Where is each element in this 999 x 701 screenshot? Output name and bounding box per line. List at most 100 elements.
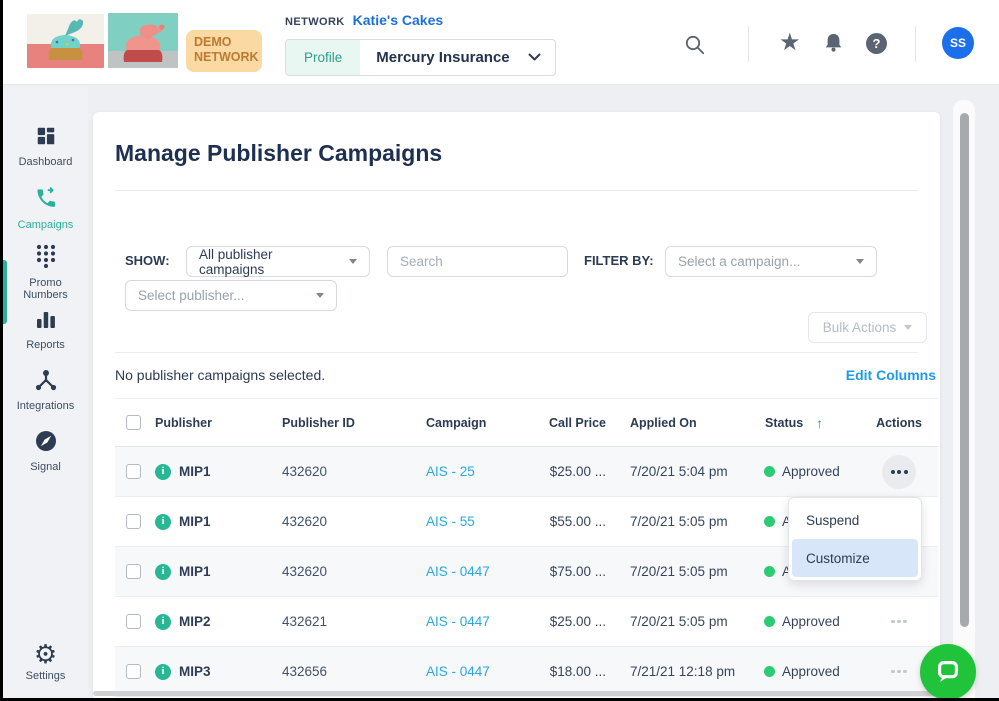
info-icon[interactable]: i — [155, 464, 171, 480]
status-dot — [764, 566, 775, 577]
sidebar-item-promo-numbers[interactable]: Promo Numbers — [3, 244, 88, 301]
campaign-link[interactable]: AIS - 0447 — [426, 564, 490, 579]
header-divider — [748, 26, 749, 62]
publisher-id: 432620 — [278, 464, 420, 479]
call-price: $25.00 ... — [545, 614, 612, 629]
selection-status-text: No publisher campaigns selected. — [115, 367, 325, 383]
sidebar-item-label: Promo Numbers — [10, 277, 82, 301]
network-logo-image-1 — [27, 14, 104, 68]
sidebar-item-signal[interactable]: Signal — [3, 430, 88, 473]
notifications-bell-icon[interactable] — [823, 32, 844, 59]
sort-ascending-icon[interactable]: ↑ — [816, 415, 823, 431]
favorites-star-icon[interactable]: ★ — [779, 31, 801, 55]
campaign-filter-dropdown[interactable]: Select a campaign... — [665, 246, 877, 277]
chevron-down-icon — [528, 40, 555, 75]
publisher-id: 432620 — [278, 514, 420, 529]
publisher-name: MIP1 — [179, 464, 211, 479]
dashboard-grid-icon — [35, 125, 57, 152]
select-all-checkbox[interactable] — [126, 415, 141, 430]
info-icon[interactable]: i — [155, 614, 171, 630]
search-input[interactable] — [387, 246, 568, 277]
campaign-link[interactable]: AIS - 0447 — [426, 614, 490, 629]
header-applied-on[interactable]: Applied On — [612, 416, 760, 430]
show-label: SHOW: — [125, 253, 170, 268]
sidebar: Dashboard Campaigns Promo Numbers — [3, 86, 88, 698]
row-checkbox[interactable] — [126, 614, 141, 629]
row-checkbox[interactable] — [126, 664, 141, 679]
network-name-link[interactable]: Katie's Cakes — [353, 12, 444, 28]
publisher-name: MIP2 — [179, 614, 211, 629]
applied-on: 7/20/21 5:05 pm — [612, 614, 760, 629]
main-card: Manage Publisher Campaigns SHOW: All pub… — [93, 112, 940, 698]
vertical-scrollbar-track[interactable] — [953, 100, 975, 698]
chevron-down-icon — [904, 325, 912, 330]
row-checkbox[interactable] — [126, 514, 141, 529]
sidebar-item-integrations[interactable]: Integrations — [3, 369, 88, 412]
status-dot — [764, 616, 775, 627]
profile-tab: Profile — [286, 40, 360, 75]
profile-selector[interactable]: Profile Mercury Insurance — [285, 39, 556, 76]
applied-on: 7/20/21 5:05 pm — [612, 564, 760, 579]
demo-network-badge: DEMO NETWORK — [186, 30, 262, 72]
row-checkbox[interactable] — [126, 464, 141, 479]
page-title: Manage Publisher Campaigns — [115, 140, 442, 167]
row-actions-button[interactable] — [882, 605, 916, 639]
campaign-link[interactable]: AIS - 55 — [426, 514, 475, 529]
table-row: i MIP1 432620 AIS - 25 $25.00 ... 7/20/2… — [115, 447, 938, 497]
search-icon[interactable] — [684, 34, 706, 61]
network-label: NETWORK — [285, 16, 345, 28]
row-actions-button[interactable] — [882, 655, 916, 689]
publisher-filter-dropdown[interactable]: Select publisher... — [125, 280, 337, 311]
call-price: $55.00 ... — [545, 514, 612, 529]
vertical-scrollbar-thumb[interactable] — [960, 113, 969, 627]
help-icon[interactable]: ? — [866, 33, 887, 54]
campaign-link[interactable]: AIS - 25 — [426, 464, 475, 479]
sidebar-item-reports[interactable]: Reports — [3, 310, 88, 351]
applied-on: 7/21/21 12:18 pm — [612, 664, 760, 679]
filter-by-label: FILTER BY: — [584, 253, 654, 268]
compass-icon — [35, 430, 57, 457]
bar-chart-icon — [35, 310, 57, 335]
app-header: DEMO NETWORK NETWORK Katie's Cakes Profi… — [3, 0, 999, 85]
sidebar-item-campaigns[interactable]: Campaigns — [3, 186, 88, 231]
chat-launcher-button[interactable] — [920, 644, 976, 698]
chevron-down-icon — [349, 259, 357, 264]
speech-bubble-icon — [933, 657, 963, 687]
sidebar-item-settings[interactable]: ⚙ Settings — [3, 642, 88, 682]
edit-columns-link[interactable]: Edit Columns — [846, 367, 936, 383]
status-label: Approved — [782, 614, 840, 629]
header-publisher[interactable]: Publisher — [150, 416, 278, 430]
chevron-down-icon — [856, 259, 864, 264]
menu-item-suspend[interactable]: Suspend — [792, 501, 918, 539]
user-avatar[interactable]: SS — [942, 27, 974, 59]
info-icon[interactable]: i — [155, 664, 171, 680]
header-campaign[interactable]: Campaign — [420, 416, 545, 430]
header-publisher-id[interactable]: Publisher ID — [278, 416, 420, 430]
header-status-label: Status — [765, 416, 803, 430]
bulk-actions-button[interactable]: Bulk Actions — [808, 312, 927, 343]
network-logo-image-2 — [108, 13, 178, 68]
publisher-id: 432620 — [278, 564, 420, 579]
info-icon[interactable]: i — [155, 514, 171, 530]
bulk-actions-label: Bulk Actions — [823, 320, 897, 335]
applied-on: 7/20/21 5:04 pm — [612, 464, 760, 479]
show-filter-dropdown[interactable]: All publisher campaigns — [186, 246, 370, 277]
publisher-name: MIP1 — [179, 564, 211, 579]
sidebar-item-label: Campaigns — [18, 219, 74, 231]
row-checkbox[interactable] — [126, 564, 141, 579]
profile-selected-value: Mercury Insurance — [360, 40, 527, 75]
menu-item-customize[interactable]: Customize — [792, 539, 918, 577]
table-row: i MIP2 432621 AIS - 0447 $25.00 ... 7/20… — [115, 597, 938, 647]
campaign-link[interactable]: AIS - 0447 — [426, 664, 490, 679]
sidebar-item-label: Reports — [26, 339, 65, 351]
horizontal-scrollbar[interactable] — [93, 691, 938, 696]
sidebar-item-dashboard[interactable]: Dashboard — [3, 125, 88, 168]
info-icon[interactable]: i — [155, 564, 171, 580]
header-call-price[interactable]: Call Price — [545, 416, 612, 430]
status-label: Approved — [782, 464, 840, 479]
row-actions-button[interactable] — [882, 455, 916, 489]
header-actions: Actions — [860, 416, 938, 430]
header-status[interactable]: Status ↑ — [760, 415, 860, 431]
publisher-filter-placeholder: Select publisher... — [138, 288, 245, 303]
publisher-id: 432621 — [278, 614, 420, 629]
